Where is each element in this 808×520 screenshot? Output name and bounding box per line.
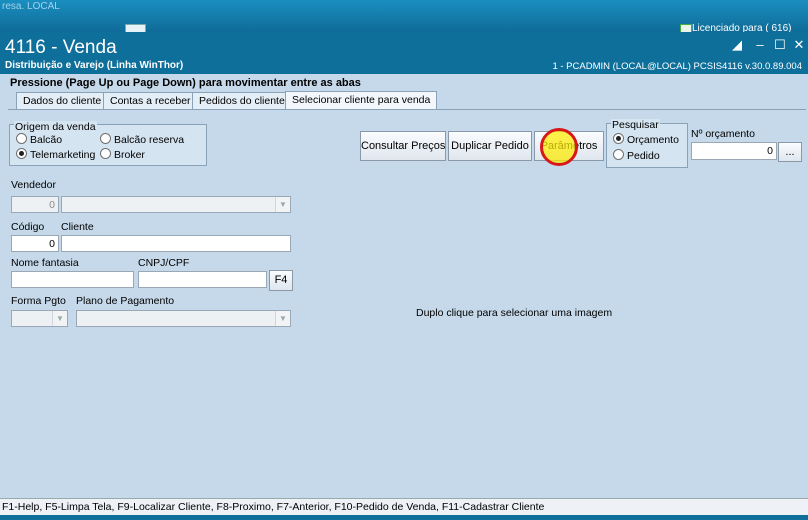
pesquisar-group: Pesquisar Orçamento Pedido: [606, 119, 688, 168]
consultar-precos-button[interactable]: Consultar Preços: [360, 131, 446, 161]
desktop-strip: resa. LOCAL Licenciado para ( 616): [0, 0, 808, 35]
radio-broker[interactable]: Broker: [100, 148, 145, 161]
duplicar-pedido-button[interactable]: Duplicar Pedido: [448, 131, 532, 161]
window-subtitle: Distribuição e Varejo (Linha WinThor): [5, 60, 184, 71]
codigo-label: Código: [11, 221, 45, 233]
chevron-down-icon: ▼: [52, 311, 67, 326]
forma-pgto-label: Forma Pgto: [11, 295, 66, 307]
window-title-bar: 4116 - Venda Distribuição e Varejo (Linh…: [0, 32, 808, 74]
tab-contas-receber[interactable]: Contas a receber: [103, 92, 198, 109]
radio-pedido[interactable]: Pedido: [613, 149, 660, 162]
tab-hint: Pressione (Page Up ou Page Down) para mo…: [10, 77, 361, 89]
restore-icon[interactable]: ◢: [728, 37, 746, 53]
cliente-label: Cliente: [61, 221, 94, 233]
f4-lookup-button[interactable]: F4: [269, 270, 293, 291]
cnpj-input[interactable]: [138, 271, 267, 288]
close-icon[interactable]: ✕: [790, 37, 808, 53]
desktop-title: resa. LOCAL: [2, 1, 60, 12]
window-bottom-edge: [0, 515, 808, 520]
tab-pedidos-cliente[interactable]: Pedidos do cliente: [192, 92, 292, 109]
radio-balcao-reserva[interactable]: Balcão reserva: [100, 133, 184, 146]
vendedor-label: Vendedor: [11, 179, 56, 191]
radio-balcao[interactable]: Balcão: [16, 133, 62, 146]
vendedor-code-input[interactable]: 0: [11, 196, 59, 213]
codigo-input[interactable]: 0: [11, 235, 59, 252]
radio-telemarketing[interactable]: Telemarketing: [16, 148, 95, 161]
form-panel: Pressione (Page Up ou Page Down) para mo…: [0, 74, 808, 498]
session-info: 1 - PCADMIN (LOCAL@LOCAL) PCSIS4116 v.30…: [552, 61, 802, 72]
plano-pagamento-label: Plano de Pagamento: [76, 295, 175, 307]
plano-pagamento-select[interactable]: ▼: [76, 310, 291, 327]
nome-fantasia-label: Nome fantasia: [11, 257, 79, 269]
num-orcamento-lookup-button[interactable]: ...: [778, 142, 802, 162]
forma-pgto-select[interactable]: ▼: [11, 310, 68, 327]
num-orcamento-input[interactable]: 0: [691, 142, 777, 160]
status-bar: F1-Help, F5-Limpa Tela, F9-Localizar Cli…: [0, 498, 808, 515]
tab-selecionar-cliente[interactable]: Selecionar cliente para venda: [285, 91, 438, 109]
chevron-down-icon: ▼: [275, 311, 290, 326]
minimize-icon[interactable]: –: [751, 37, 769, 53]
vendedor-select[interactable]: ▼: [61, 196, 291, 213]
window-title: 4116 - Venda: [5, 37, 117, 58]
tab-divider: [8, 109, 806, 110]
client-image-area[interactable]: Duplo clique para selecionar uma imagem: [416, 307, 612, 319]
nome-fantasia-input[interactable]: [11, 271, 134, 288]
chevron-down-icon: ▼: [275, 197, 290, 212]
num-orcamento-label: Nº orçamento: [691, 128, 755, 140]
cnpj-label: CNPJ/CPF: [138, 257, 190, 269]
origem-legend: Origem da venda: [14, 121, 97, 133]
radio-orcamento[interactable]: Orçamento: [613, 133, 679, 146]
origem-venda-group: Origem da venda Balcão Balcão reserva Te…: [9, 121, 207, 166]
cliente-input[interactable]: [61, 235, 291, 252]
tab-dados-cliente[interactable]: Dados do cliente: [16, 92, 109, 109]
pesquisar-legend: Pesquisar: [611, 119, 660, 131]
maximize-icon[interactable]: ☐: [771, 37, 789, 53]
click-highlight-marker: [540, 128, 578, 166]
